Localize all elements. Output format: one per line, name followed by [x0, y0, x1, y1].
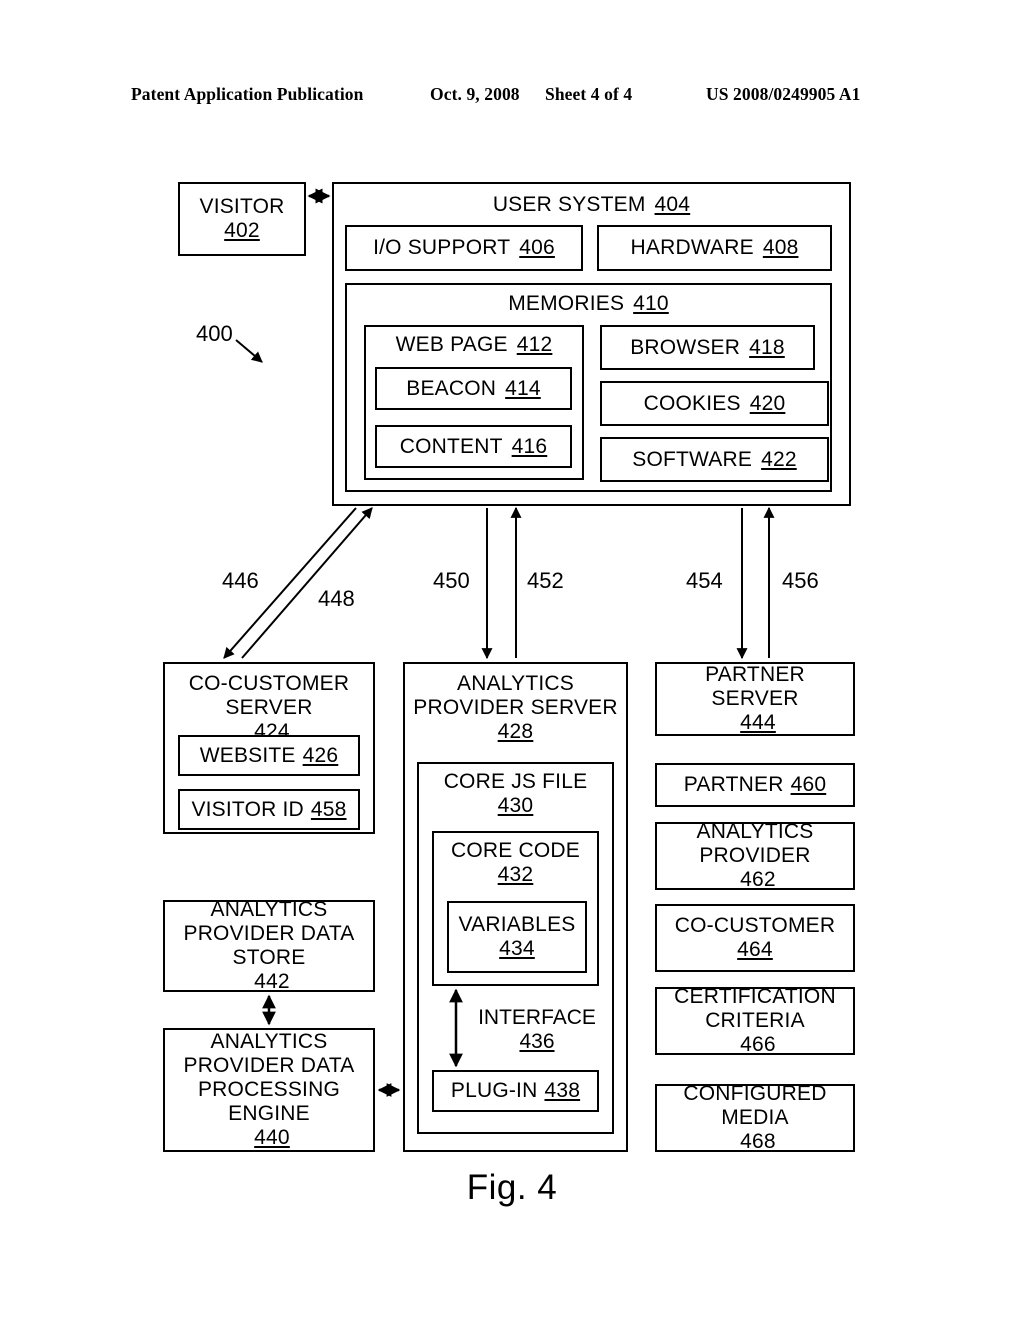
box-core-js-file-label: CORE JS FILE [443, 770, 588, 793]
box-ap-data-engine-label: ANALYTICS PROVIDER DATA PROCESSING ENGIN… [183, 1030, 355, 1125]
box-browser: BROWSER 418 [600, 325, 815, 370]
box-content-ref: 416 [511, 434, 548, 458]
header-publication-text: Patent Application Publication [131, 84, 364, 104]
header-date-text: Oct. 9, 2008 [430, 84, 520, 104]
box-partner-server-label: PARTNER SERVER [705, 663, 805, 711]
box-ap-server-ref: 428 [497, 719, 534, 743]
box-memories-ref: 410 [633, 292, 669, 315]
box-hardware-label: HARDWARE [630, 236, 754, 260]
box-variables-ref: 434 [499, 937, 535, 960]
box-hardware: HARDWARE 408 [597, 225, 832, 271]
box-plugin: PLUG-IN 438 [432, 1070, 599, 1112]
box-browser-ref: 418 [749, 335, 785, 359]
box-visitor-id-label: VISITOR ID [191, 797, 304, 821]
box-website: WEBSITE 426 [178, 735, 360, 776]
box-beacon: BEACON 414 [375, 367, 572, 410]
box-partner: PARTNER 460 [655, 763, 855, 807]
box-co-customer-server-label: CO-CUSTOMER SERVER [188, 672, 350, 719]
box-beacon-label: BEACON [406, 376, 497, 400]
box-plugin-ref: 438 [544, 1079, 581, 1103]
box-website-ref: 426 [302, 743, 339, 767]
label-interface: INTERFACE 436 [472, 1006, 602, 1054]
header-patent-number: US 2008/0249905 A1 [706, 84, 861, 104]
box-software: SOFTWARE 422 [600, 437, 829, 482]
box-partner-server-ref: 444 [740, 710, 776, 734]
header-sheet-text: Sheet 4 of 4 [545, 84, 633, 104]
connector-ref-450: 450 [433, 568, 470, 593]
box-configured-media: CONFIGURED MEDIA 468 [655, 1082, 855, 1153]
connector-ref-456: 456 [782, 568, 819, 593]
box-software-ref: 422 [761, 447, 797, 471]
label-interface-text: INTERFACE [478, 1006, 596, 1029]
arrow-448 [241, 507, 373, 659]
box-software-label: SOFTWARE [632, 447, 753, 471]
box-variables-label: VARIABLES [458, 913, 576, 937]
box-analytics-provider-label: ANALYTICS PROVIDER [696, 820, 814, 868]
box-ap-server-label: ANALYTICS PROVIDER SERVER [413, 672, 618, 719]
box-io-support-label: I/O SUPPORT [373, 236, 511, 260]
box-beacon-ref: 414 [505, 376, 541, 400]
box-plugin-label: PLUG-IN [450, 1079, 538, 1103]
publication-header: Patent Application Publication Oct. 9, 2… [0, 84, 1024, 114]
box-web-page-ref: 412 [516, 333, 553, 356]
box-visitor-id-ref: 458 [310, 797, 347, 821]
box-certification-criteria: CERTIFICATION CRITERIA 466 [655, 985, 855, 1056]
box-co-customer-label: CO-CUSTOMER [674, 914, 836, 938]
box-ap-data-engine-ref: 440 [254, 1125, 290, 1149]
box-co-customer: CO-CUSTOMER 464 [655, 904, 855, 972]
box-hardware-ref: 408 [762, 236, 799, 260]
box-certification-criteria-label: CERTIFICATION CRITERIA [674, 985, 836, 1033]
box-visitor: VISITOR 402 [178, 182, 306, 256]
box-browser-label: BROWSER [630, 335, 741, 359]
box-variables: VARIABLES 434 [447, 901, 587, 973]
box-analytics-provider-ref: 462 [740, 867, 776, 891]
box-user-system-label: USER SYSTEM [492, 193, 646, 216]
box-partner-label: PARTNER [683, 773, 784, 797]
connector-ref-446: 446 [222, 568, 259, 593]
box-web-page-label: WEB PAGE [395, 333, 508, 356]
box-core-code-ref: 432 [497, 862, 534, 886]
box-ap-data-store-ref: 442 [254, 969, 290, 993]
box-cookies-ref: 420 [749, 391, 786, 415]
box-io-support: I/O SUPPORT 406 [345, 225, 583, 271]
box-certification-criteria-ref: 466 [740, 1032, 776, 1056]
box-configured-media-ref: 468 [740, 1129, 776, 1153]
figure-caption: Fig. 4 [466, 1168, 558, 1207]
connector-ref-448: 448 [318, 586, 355, 611]
box-user-system-ref: 404 [654, 193, 691, 216]
leader-arrow-400 [235, 339, 263, 363]
box-ap-data-store-label: ANALYTICS PROVIDER DATA STORE [183, 898, 355, 969]
connector-ref-454: 454 [686, 568, 723, 593]
box-cookies-label: COOKIES [643, 391, 741, 415]
box-content: CONTENT 416 [375, 425, 572, 468]
box-memories-label: MEMORIES [508, 292, 625, 315]
box-ap-data-store: ANALYTICS PROVIDER DATA STORE 442 [163, 898, 375, 993]
box-visitor-ref: 402 [224, 219, 260, 242]
box-core-code-label: CORE CODE [451, 839, 580, 862]
box-analytics-provider: ANALYTICS PROVIDER 462 [655, 820, 855, 891]
connector-ref-452: 452 [527, 568, 564, 593]
box-visitor-id: VISITOR ID 458 [178, 789, 360, 830]
box-io-support-ref: 406 [519, 236, 555, 260]
system-ref-400: 400 [196, 321, 233, 346]
box-partner-server: PARTNER SERVER 444 [655, 662, 855, 736]
box-visitor-label: VISITOR [199, 195, 285, 219]
box-configured-media-label: CONFIGURED MEDIA [683, 1082, 827, 1130]
label-interface-ref: 436 [519, 1030, 555, 1053]
box-website-label: WEBSITE [199, 743, 296, 767]
box-content-label: CONTENT [399, 434, 503, 458]
box-cookies: COOKIES 420 [600, 381, 829, 426]
box-partner-ref: 460 [790, 773, 827, 797]
box-co-customer-ref: 464 [737, 938, 773, 961]
box-core-js-file-ref: 430 [497, 793, 534, 817]
box-ap-data-engine: ANALYTICS PROVIDER DATA PROCESSING ENGIN… [163, 1028, 375, 1152]
